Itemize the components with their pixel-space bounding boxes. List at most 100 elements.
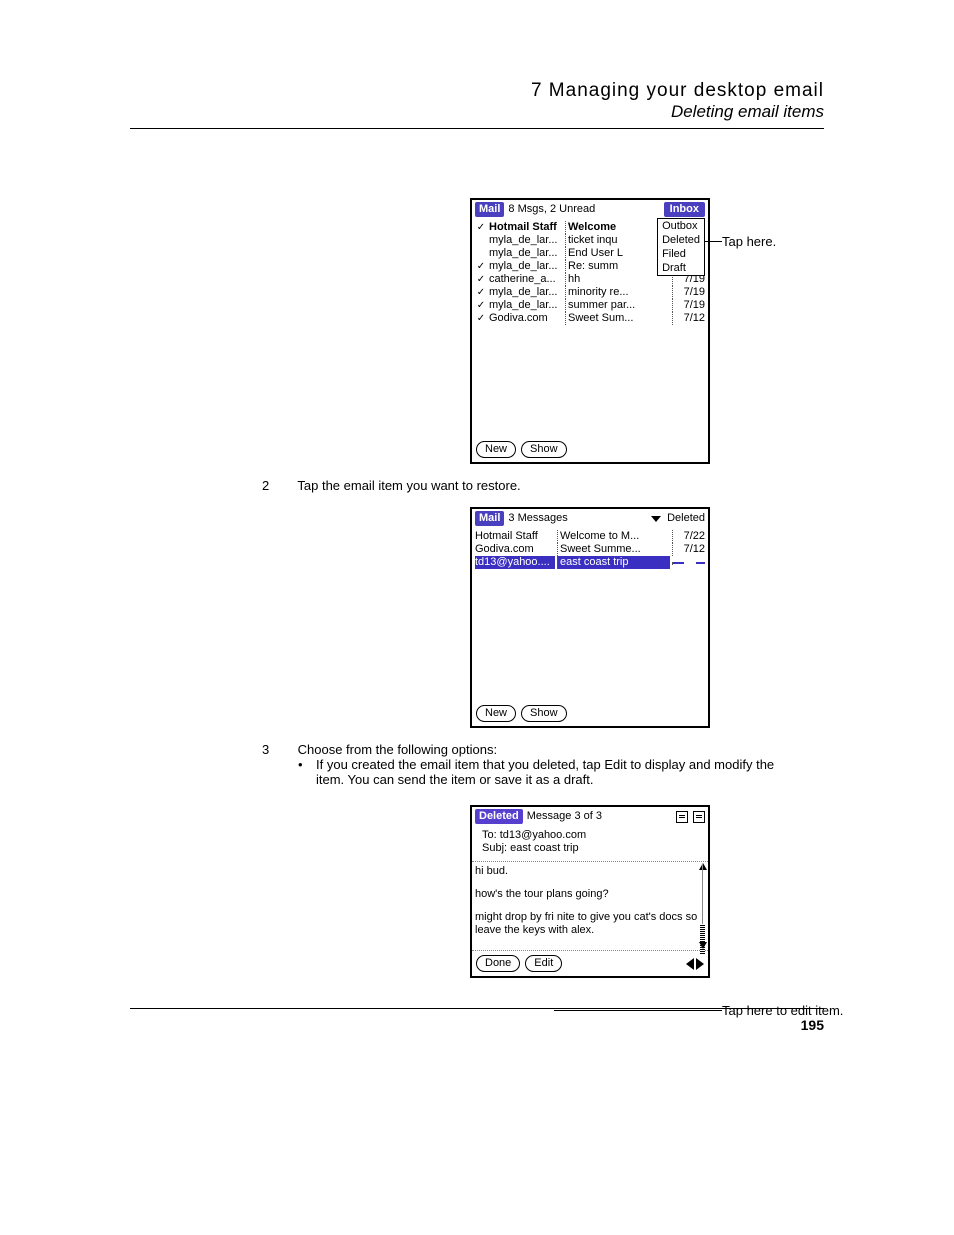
chevron-down-icon (651, 516, 661, 522)
message-row[interactable]: ✓ Godiva.com Sweet Sum... 7/12 (475, 312, 705, 325)
step-3: 3 Choose from the following options: (262, 742, 824, 757)
message-row-selected[interactable]: td13@yahoo.... east coast trip (475, 556, 705, 569)
section-title: Deleting email items (130, 102, 824, 122)
mail-headers: To: td13@yahoo.com Subj: east coast trip (472, 826, 708, 858)
sender: Hotmail Staff (475, 530, 555, 543)
mail-deleted-screen: Mail 3 Messages Deleted Hotmail Staff We… (470, 507, 710, 728)
date: 7/12 (672, 312, 705, 325)
step-3-bullet: If you created the email item that you d… (316, 757, 796, 787)
to-value: td13@yahoo.com (500, 829, 586, 841)
subject: minority re... (565, 286, 670, 299)
check-icon: ✓ (475, 273, 487, 286)
body-line: hi bud. (475, 865, 705, 878)
step-text: Tap the email item you want to restore. (297, 478, 520, 493)
body-line: might drop by fri nite to give you cat's… (475, 911, 705, 937)
callout-tap-edit: Tap here to edit item. (722, 1003, 843, 1018)
subject: hh (565, 273, 670, 286)
dropdown-option[interactable]: Draft (658, 261, 704, 275)
app-title: Mail (475, 202, 504, 217)
view-icon[interactable] (676, 811, 688, 823)
dropdown-option[interactable]: Outbox (658, 219, 704, 233)
mail-detail-screen: Deleted Message 3 of 3 To: td13@yahoo.co… (470, 805, 710, 978)
button-row: New Show (472, 701, 708, 726)
sender: Godiva.com (489, 312, 563, 325)
subj-value: east coast trip (510, 842, 578, 854)
date: 7/19 (672, 286, 705, 299)
chapter-title: 7 Managing your desktop email (130, 80, 824, 102)
new-button[interactable]: New (476, 705, 516, 722)
new-button[interactable]: New (476, 441, 516, 458)
date: 7/12 (672, 543, 705, 556)
subject: End User L (565, 247, 670, 260)
message-row[interactable]: ✓ myla_de_lar... summer par... 7/19 (475, 299, 705, 312)
sender: myla_de_lar... (489, 260, 563, 273)
body-line: how's the tour plans going? (475, 888, 705, 901)
scroll-up-icon[interactable] (699, 863, 707, 870)
message-row[interactable]: ✓ myla_de_lar... minority re... 7/19 (475, 286, 705, 299)
message-count: Message 3 of 3 (527, 810, 602, 823)
step-number: 3 (262, 742, 294, 757)
subject: ticket inqu (565, 234, 670, 247)
app-title: Mail (475, 511, 504, 526)
list-icon[interactable] (693, 811, 705, 823)
button-row: Done Edit (472, 950, 708, 976)
scroll-down-icon[interactable] (699, 942, 707, 949)
sender: td13@yahoo.... (475, 556, 555, 569)
callout-tap-here: Tap here. (722, 234, 776, 249)
subject: east coast trip (557, 556, 670, 569)
title-bar: Deleted Message 3 of 3 (472, 807, 708, 826)
subject: Re: summ (565, 260, 670, 273)
show-button[interactable]: Show (521, 705, 567, 722)
button-row: New Show (472, 437, 708, 462)
message-list: Hotmail Staff Welcome to M... 7/22 Godiv… (472, 528, 708, 571)
show-button[interactable]: Show (521, 441, 567, 458)
check-icon: ✓ (475, 299, 487, 312)
sender: Godiva.com (475, 543, 555, 556)
scrollbar[interactable] (699, 864, 706, 948)
scroll-thumb[interactable] (700, 924, 705, 954)
date (672, 562, 705, 564)
message-row[interactable]: Hotmail Staff Welcome to M... 7/22 (475, 530, 705, 543)
sender: myla_de_lar... (489, 286, 563, 299)
message-row[interactable]: Godiva.com Sweet Summe... 7/12 (475, 543, 705, 556)
page-number: 195 (130, 1017, 824, 1033)
date: 7/22 (672, 530, 705, 543)
step-number: 2 (262, 478, 294, 493)
subject: summer par... (565, 299, 670, 312)
done-button[interactable]: Done (476, 955, 520, 972)
subj-label: Subj: (482, 842, 507, 854)
title-bar: Mail 3 Messages Deleted (472, 509, 708, 528)
next-arrow-icon[interactable] (696, 958, 704, 970)
step-2: 2 Tap the email item you want to restore… (262, 478, 824, 493)
sender: Hotmail Staff (489, 221, 563, 234)
subject: Welcome (565, 221, 670, 234)
to-label: To: (482, 829, 497, 841)
check-icon: ✓ (475, 260, 487, 273)
prev-arrow-icon[interactable] (686, 958, 694, 970)
edit-button[interactable]: Edit (525, 955, 562, 972)
folder-dropdown[interactable]: Outbox Deleted Filed Draft (657, 218, 705, 276)
step-text: Choose from the following options: (298, 742, 497, 757)
sender: myla_de_lar... (489, 299, 563, 312)
check-icon: ✓ (475, 286, 487, 299)
title-bar: Mail 8 Msgs, 2 Unread Inbox (472, 200, 708, 219)
dropdown-option[interactable]: Deleted (658, 233, 704, 247)
subject: Sweet Sum... (565, 312, 670, 325)
folder-selector[interactable]: Inbox (664, 202, 705, 217)
footer-rule (130, 1008, 824, 1009)
date: 7/19 (672, 299, 705, 312)
dropdown-option[interactable]: Filed (658, 247, 704, 261)
sender: myla_de_lar... (489, 234, 563, 247)
sender: myla_de_lar... (489, 247, 563, 260)
message-count: 3 Messages (508, 512, 567, 525)
mail-body: hi bud. how's the tour plans going? migh… (472, 861, 708, 950)
folder-title: Deleted (475, 809, 523, 824)
check-icon: ✓ (475, 221, 487, 234)
page-header: 7 Managing your desktop email Deleting e… (130, 80, 824, 122)
folder-selector[interactable]: Deleted (651, 512, 705, 525)
main-content: Mail 8 Msgs, 2 Unread Inbox Outbox Delet… (130, 129, 824, 978)
message-count: 8 Msgs, 2 Unread (508, 203, 595, 216)
subject: Sweet Summe... (557, 543, 670, 556)
check-icon: ✓ (475, 312, 487, 325)
mail-inbox-screen: Mail 8 Msgs, 2 Unread Inbox Outbox Delet… (470, 198, 710, 464)
